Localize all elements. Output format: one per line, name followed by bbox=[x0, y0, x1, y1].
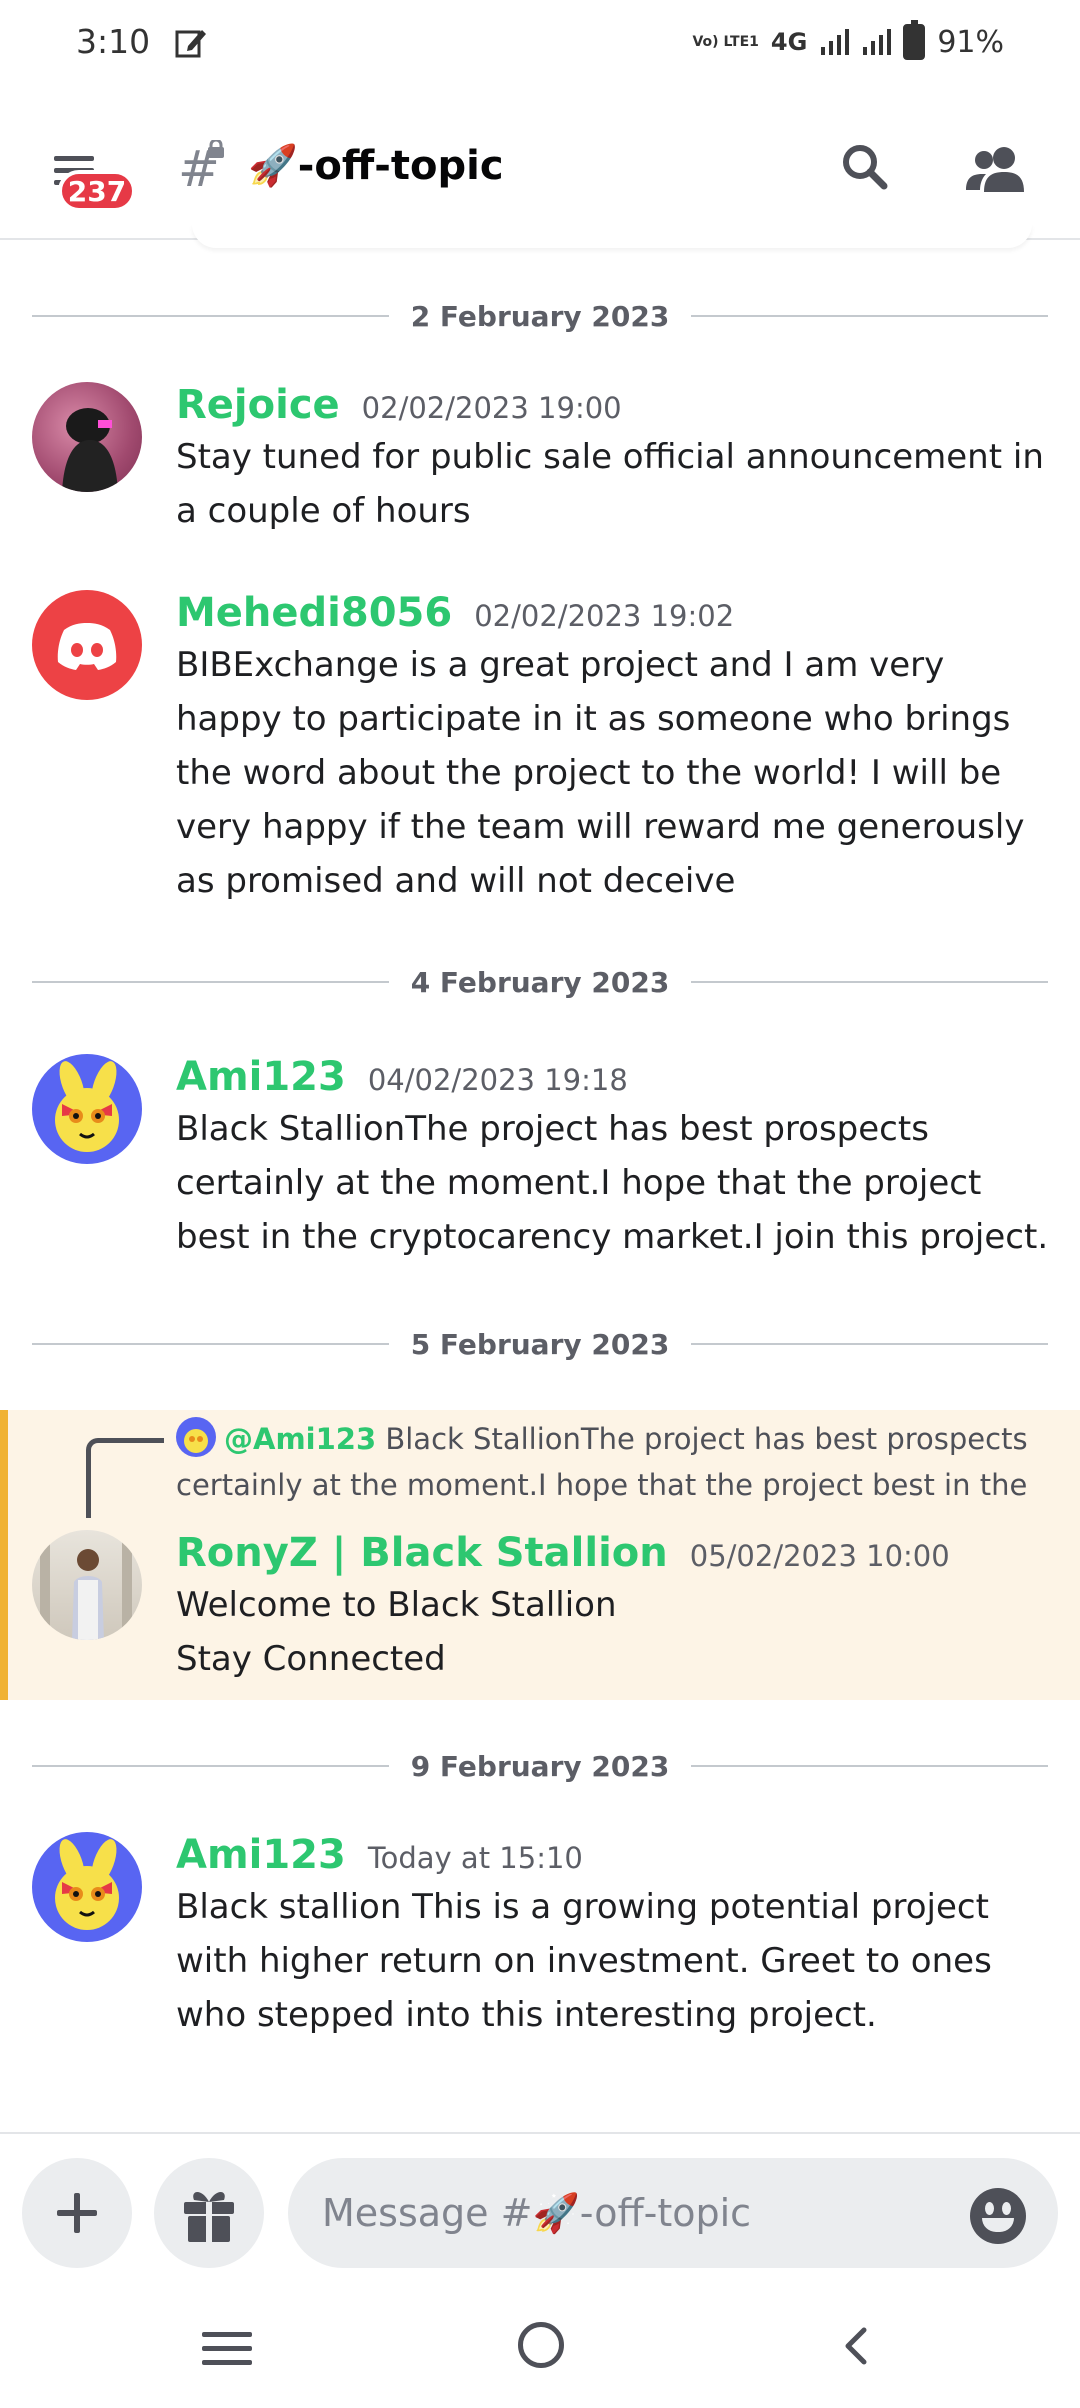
message-author[interactable]: Ami123 bbox=[176, 1832, 346, 1878]
menu-button[interactable]: 237 bbox=[46, 148, 136, 218]
message-input[interactable] bbox=[288, 2158, 1058, 2268]
message-timestamp: 02/02/2023 19:02 bbox=[474, 599, 735, 633]
edit-icon bbox=[175, 30, 206, 58]
date-divider: 9 February 2023 bbox=[32, 1746, 1049, 1786]
message-text: Stay tuned for public sale official anno… bbox=[176, 437, 1044, 531]
message-timestamp: 04/02/2023 19:18 bbox=[367, 1063, 628, 1097]
volte-indicator: Vo) LTE1 bbox=[692, 34, 759, 50]
message-author[interactable]: Rejoice bbox=[176, 382, 340, 428]
reply-mention[interactable]: @Ami123 bbox=[224, 1422, 376, 1456]
signal-icon bbox=[821, 29, 850, 55]
message-author[interactable]: Mehedi8056 bbox=[176, 590, 452, 636]
signal-icon bbox=[863, 29, 892, 55]
date-divider: 4 February 2023 bbox=[32, 962, 1049, 1002]
message-text: Stay Connected bbox=[176, 1639, 446, 1679]
reply-connector bbox=[86, 1438, 164, 1518]
gift-icon bbox=[184, 2192, 234, 2242]
message-timestamp: Today at 15:10 bbox=[367, 1841, 583, 1875]
status-time: 3:10 bbox=[76, 22, 151, 61]
battery-level: 91% bbox=[937, 24, 1004, 60]
avatar[interactable] bbox=[32, 1054, 142, 1164]
message-timestamp: 05/02/2023 10:00 bbox=[689, 1539, 950, 1573]
channel-title[interactable]: 🚀-off-topic bbox=[248, 142, 504, 189]
status-icons: Vo) LTE1 4G 91% bbox=[692, 20, 1004, 60]
emoji-icon[interactable] bbox=[970, 2188, 1026, 2244]
gift-button[interactable] bbox=[154, 2158, 264, 2268]
date-divider: 2 February 2023 bbox=[32, 296, 1049, 336]
message-composer bbox=[0, 2132, 1080, 2292]
message-text: Black stallion This is a growing potenti… bbox=[176, 1887, 992, 2035]
unread-badge: 237 bbox=[58, 170, 136, 212]
avatar[interactable] bbox=[32, 590, 142, 700]
members-icon[interactable] bbox=[964, 138, 1028, 198]
avatar[interactable] bbox=[32, 1530, 142, 1640]
search-icon[interactable] bbox=[836, 138, 896, 198]
message-author[interactable]: Ami123 bbox=[176, 1054, 346, 1100]
message-timestamp: 02/02/2023 19:00 bbox=[361, 391, 622, 425]
battery-icon bbox=[903, 20, 926, 60]
back-icon[interactable] bbox=[836, 2326, 876, 2366]
avatar[interactable] bbox=[32, 382, 142, 492]
status-bar: 3:10 Vo) LTE1 4G 91% bbox=[0, 0, 1080, 90]
system-nav-bar bbox=[0, 2292, 1080, 2408]
avatar bbox=[176, 1417, 216, 1457]
scroll-edge bbox=[192, 224, 1032, 248]
date-divider: 5 February 2023 bbox=[32, 1324, 1049, 1364]
recents-icon[interactable] bbox=[202, 2332, 252, 2374]
lock-icon bbox=[208, 140, 224, 158]
channel-header: 237 # 🚀-off-topic bbox=[0, 110, 1080, 240]
avatar[interactable] bbox=[32, 1832, 142, 1942]
message-author[interactable]: RonyZ | Black Stallion bbox=[176, 1530, 668, 1576]
home-icon[interactable] bbox=[518, 2322, 564, 2368]
plus-icon[interactable] bbox=[22, 2158, 132, 2268]
message-text: Black StallionThe project has best prosp… bbox=[176, 1109, 1049, 1257]
network-type: 4G bbox=[770, 28, 808, 56]
reply-preview[interactable]: @Ami123 Black StallionThe project has be… bbox=[176, 1416, 1036, 1508]
message-text: BIBExchange is a great project and I am … bbox=[176, 645, 1025, 901]
message-text: Welcome to Black Stallion bbox=[176, 1585, 617, 1625]
